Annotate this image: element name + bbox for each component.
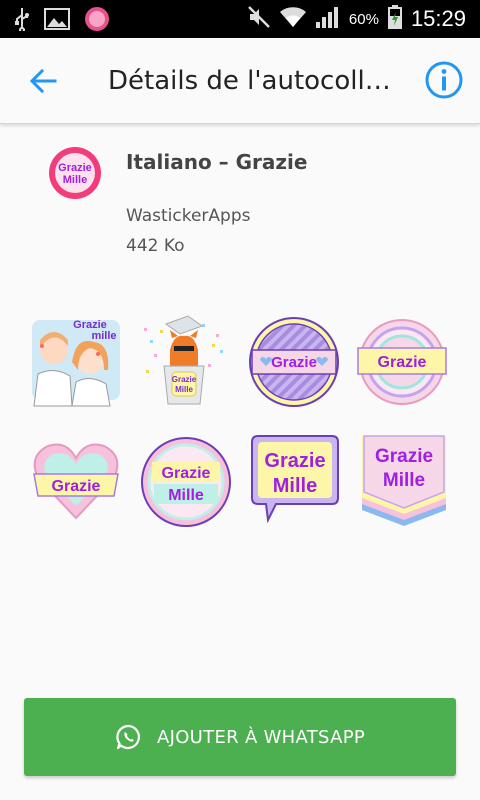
mute-icon bbox=[247, 5, 271, 33]
sticker-7-text-2: Mille bbox=[273, 475, 317, 497]
signal-icon bbox=[315, 5, 341, 33]
battery-icon bbox=[387, 4, 403, 34]
sticker-6[interactable]: Grazie Mille bbox=[138, 434, 234, 530]
sticker-6-text-1: Grazie bbox=[162, 465, 211, 482]
sticker-6-text-2: Mille bbox=[168, 487, 204, 504]
gallery-icon bbox=[44, 8, 70, 34]
pack-tray-icon: Grazie Mille bbox=[49, 147, 101, 199]
pack-name: Italiano – Grazie bbox=[126, 150, 308, 174]
sticker-7[interactable]: Grazie Mille bbox=[246, 432, 342, 528]
sticker-2-text-2: Mille bbox=[175, 385, 193, 394]
pack-publisher: WastickerApps bbox=[126, 206, 251, 226]
sticker-4[interactable]: Grazie bbox=[354, 314, 450, 410]
arrow-back-icon bbox=[29, 68, 57, 94]
info-button[interactable] bbox=[424, 60, 464, 100]
app-bar: Détails de l'autocoll… bbox=[0, 38, 480, 124]
sticker-3-text: Grazie bbox=[271, 354, 317, 371]
sticker-8-text-1: Grazie bbox=[375, 446, 433, 467]
sticker-1-text-2: mille bbox=[91, 330, 116, 342]
pack-icon-text-2: Mille bbox=[63, 174, 87, 186]
sticker-8[interactable]: Grazie Mille bbox=[356, 432, 452, 528]
sticker-1[interactable]: Grazie mille bbox=[28, 314, 124, 410]
sticker-4-text: Grazie bbox=[378, 354, 427, 371]
wifi-icon bbox=[279, 5, 307, 33]
pack-icon-text-1: Grazie bbox=[58, 162, 92, 174]
sticker-2-text-1: Grazie bbox=[172, 375, 197, 384]
status-bar: 60% 15:29 bbox=[0, 0, 480, 38]
sticker-2[interactable]: Grazie Mille bbox=[136, 314, 232, 410]
pack-size: 442 Ko bbox=[126, 236, 185, 256]
clock: 15:29 bbox=[410, 6, 466, 31]
add-button-label: AJOUTER À WHATSAPP bbox=[156, 726, 366, 748]
battery-percent: 60% bbox=[348, 10, 379, 28]
whatsapp-icon bbox=[116, 724, 140, 750]
add-to-whatsapp-button[interactable]: AJOUTER À WHATSAPP bbox=[24, 698, 456, 776]
sticker-5-text: Grazie bbox=[52, 478, 101, 495]
sticker-3[interactable]: Grazie bbox=[246, 314, 342, 410]
back-button[interactable] bbox=[22, 60, 64, 102]
sticker-7-text-1: Grazie bbox=[264, 450, 325, 472]
app-notification-icon bbox=[84, 6, 110, 36]
sticker-8-text-2: Mille bbox=[383, 470, 425, 491]
sticker-5[interactable]: Grazie bbox=[28, 432, 124, 528]
usb-icon bbox=[14, 7, 30, 35]
page-title: Détails de l'autocoll… bbox=[108, 66, 391, 96]
info-icon bbox=[425, 61, 463, 99]
